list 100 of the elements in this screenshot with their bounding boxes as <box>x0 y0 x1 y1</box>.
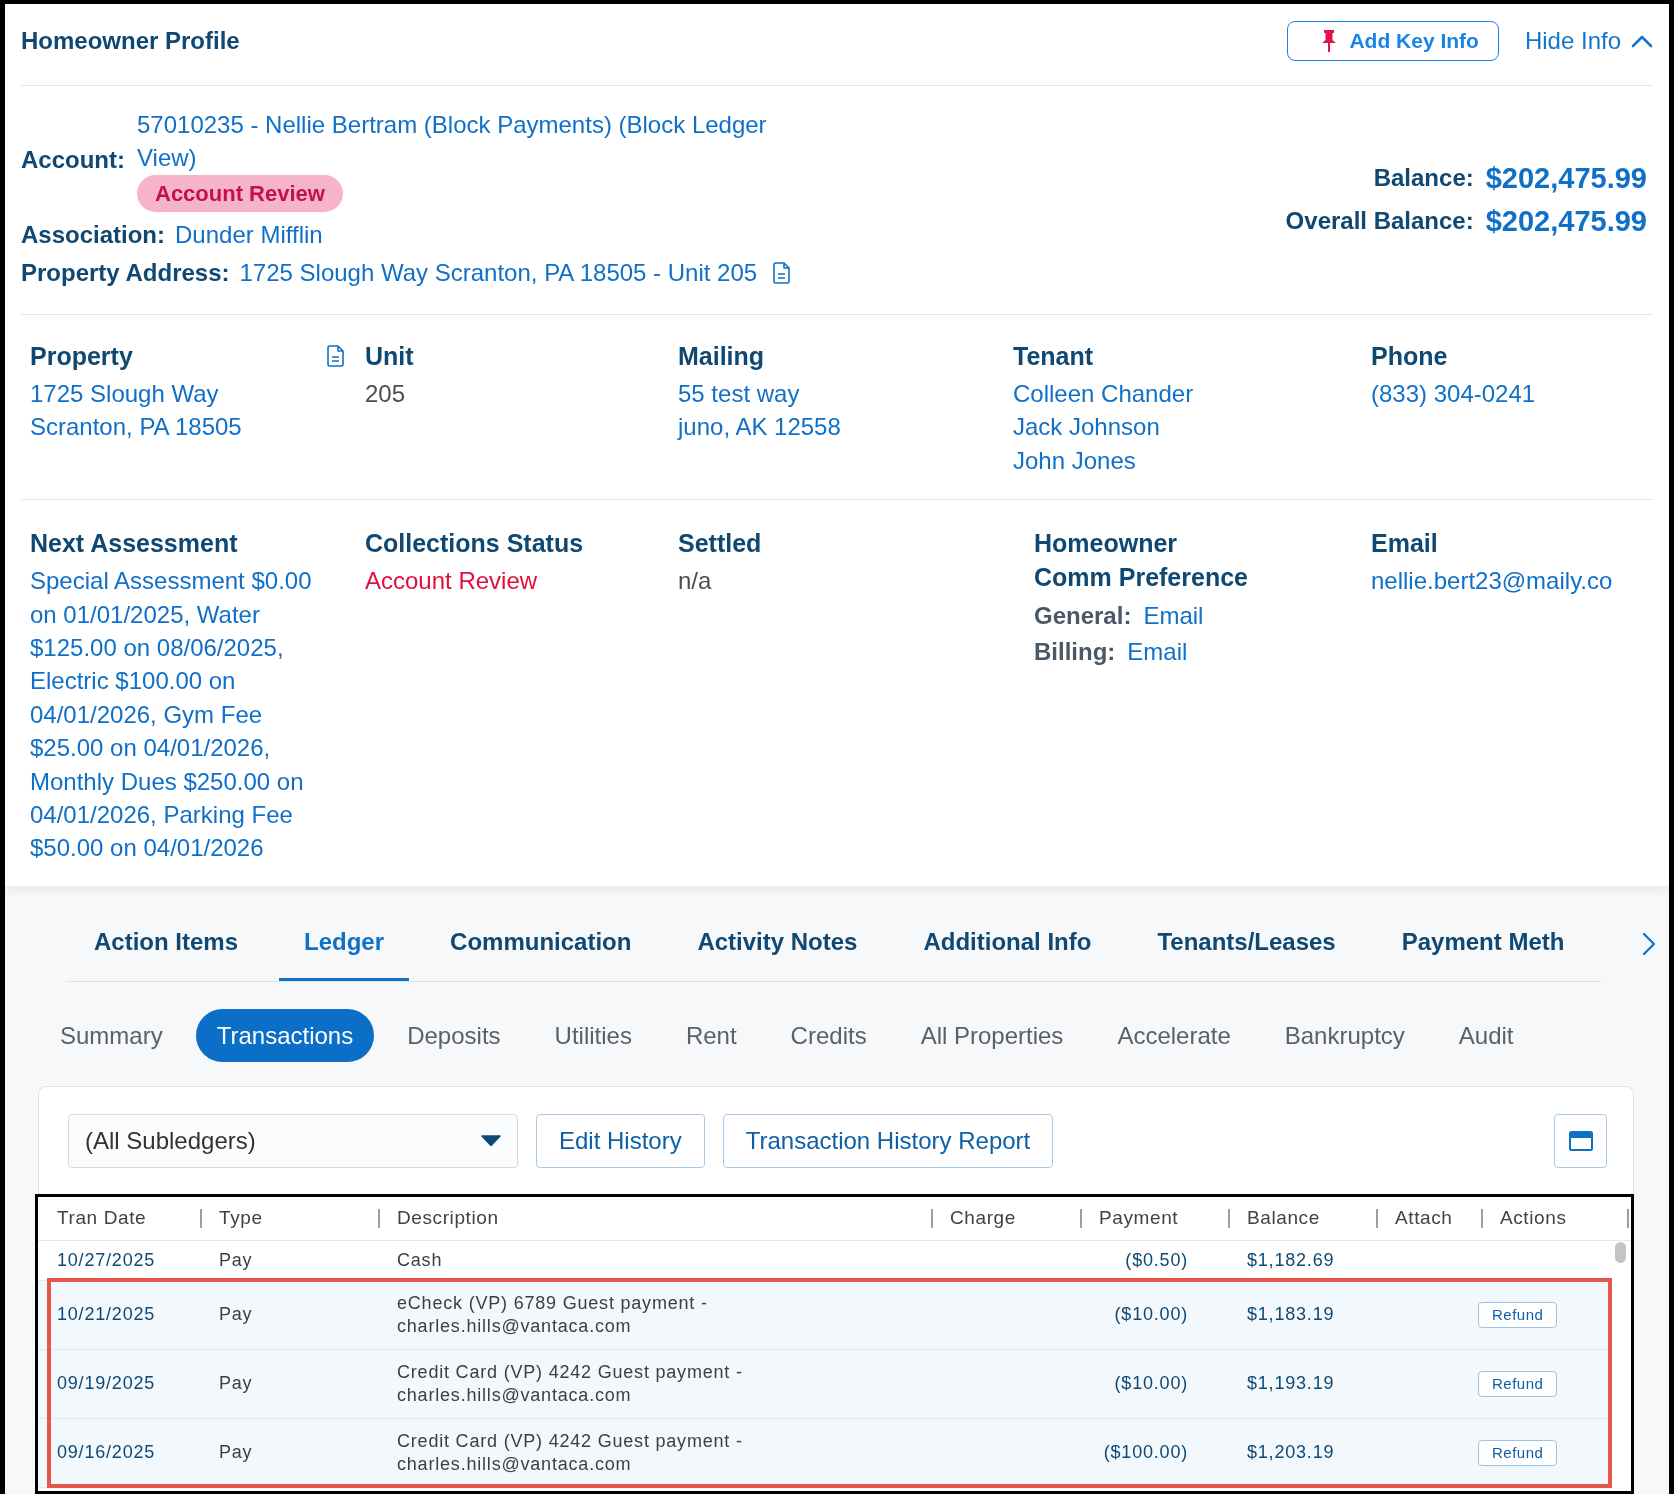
refund-button[interactable]: Refund <box>1478 1370 1558 1397</box>
column-header: Balance <box>1228 1196 1376 1240</box>
preference-link[interactable]: Email <box>1127 634 1188 671</box>
tab[interactable]: Activity Notes <box>672 906 883 981</box>
subtab[interactable]: Accelerate <box>1096 1008 1252 1062</box>
subtab[interactable]: Deposits <box>386 1008 522 1062</box>
subtab[interactable]: Summary <box>39 1008 184 1062</box>
caret-down-icon <box>481 1135 501 1147</box>
table-cell-text: Credit Card (VP) 4242 Guest payment - charles.hills@vantaca.com <box>396 1429 744 1476</box>
table-cell-text: ($10.00) <box>1113 1303 1189 1327</box>
field-link[interactable]: 55 test way <box>678 377 800 411</box>
subtab[interactable]: Credits <box>769 1008 888 1062</box>
table-cell-text: Cash <box>396 1248 444 1272</box>
tab[interactable]: Action Items <box>69 906 264 981</box>
toolbar-button[interactable]: Transaction History Report <box>722 1113 1054 1168</box>
table-cell-text: 09/16/2025 <box>56 1441 157 1465</box>
field-value: 205 <box>365 379 406 409</box>
column-header: Actions <box>1481 1196 1630 1240</box>
field-heading: Mailing <box>678 341 765 372</box>
field-link[interactable]: John Jones <box>1013 443 1136 478</box>
table-cell-text: $1,183.19 <box>1246 1303 1336 1327</box>
field-heading: Next Assessment <box>30 528 238 560</box>
table-cell-text: Pay <box>218 1441 254 1465</box>
field-heading: Phone <box>1371 341 1448 372</box>
toolbar-button[interactable]: Edit History <box>536 1113 705 1168</box>
table-cell-text: ($10.00) <box>1113 1372 1189 1396</box>
document-icon[interactable] <box>773 262 791 284</box>
refund-button[interactable]: Refund <box>1478 1301 1558 1328</box>
table-cell-text: 09/19/2025 <box>56 1372 157 1396</box>
field-heading: Homeowner Comm Preference <box>1034 528 1249 594</box>
balance-label: Balance: <box>1373 163 1474 193</box>
table-cell-text: Pay <box>218 1303 254 1327</box>
field-heading: Unit <box>365 341 414 372</box>
preference-link[interactable]: Email <box>1143 598 1204 635</box>
tab[interactable]: Communication <box>425 906 657 981</box>
association-link[interactable]: Dunder Mifflin <box>175 217 323 253</box>
table-cell-text: Pay <box>218 1248 254 1272</box>
address-link[interactable]: Scranton, PA 18505 <box>30 410 242 444</box>
column-header: Payment <box>1080 1196 1228 1240</box>
subtab[interactable]: Rent <box>664 1008 758 1062</box>
field-heading: Email <box>1371 528 1438 560</box>
hide-info-link[interactable]: Hide Info <box>1524 27 1653 55</box>
table-cell-text: eCheck (VP) 6789 Guest payment - charles.hills@vantaca.com <box>396 1291 709 1338</box>
table-cell-text: $1,193.19 <box>1246 1372 1336 1396</box>
balance-label: Overall Balance: <box>1285 206 1474 236</box>
subtab[interactable]: All Properties <box>899 1008 1085 1062</box>
field-heading: Settled <box>678 528 762 560</box>
table-cell-text: ($100.00) <box>1102 1441 1189 1465</box>
table-cell-text: 10/21/2025 <box>56 1303 157 1327</box>
chevron-up-icon <box>1631 34 1653 48</box>
preference-label: Billing: <box>1034 637 1116 668</box>
tab[interactable]: Ledger <box>279 906 410 981</box>
add-key-info-button[interactable]: Add Key Info <box>1287 21 1499 61</box>
column-header: Type <box>200 1196 378 1240</box>
field-link[interactable]: Special Assessment $0.00 on 01/01/2025, Water $125.00 on 08/06/2025, Electric $100.00 on 04/01/2026, Gym Fee $25.00 on 04/01/2026, Monthly Dues $250.00 on 04/01/2026, Parking Fee $50.00 on 04/01/2026 <box>30 564 330 865</box>
field-link[interactable]: nellie.bert23@maily.co <box>1371 564 1613 598</box>
account-link[interactable]: 57010235 - Nellie Bertram (Block Payments) (Block Ledger View) <box>137 108 802 174</box>
column-header: Description <box>378 1196 931 1240</box>
scrollbar-thumb[interactable] <box>1615 1241 1626 1263</box>
refund-button[interactable]: Refund <box>1478 1439 1558 1466</box>
association-label: Association: <box>21 220 166 250</box>
field-link[interactable]: juno, AK 12558 <box>678 410 841 444</box>
column-header: Attach <box>1376 1196 1481 1240</box>
subledger-dropdown[interactable]: (All Subledgers) <box>68 1113 518 1168</box>
table-cell-text: 10/27/2025 <box>56 1248 157 1272</box>
status-badge: Account Review <box>137 175 343 212</box>
table-cell-text: Pay <box>218 1372 254 1396</box>
field-link[interactable]: Colleen Chander <box>1013 377 1194 411</box>
table-cell-text: ($0.50) <box>1124 1248 1189 1272</box>
chevron-right-icon[interactable] <box>1642 932 1656 957</box>
balance-value: $202,475.99 <box>1485 204 1647 239</box>
field-heading: Collections Status <box>365 528 584 560</box>
subtab[interactable]: Audit <box>1437 1008 1535 1062</box>
table-cell-text: $1,182.69 <box>1246 1248 1336 1272</box>
window-icon <box>1568 1130 1593 1151</box>
tab[interactable]: Tenants/Leases <box>1132 906 1361 981</box>
field-link[interactable]: Jack Johnson <box>1013 410 1160 444</box>
table-cell-text: $1,203.19 <box>1246 1441 1336 1465</box>
field-heading: Property <box>30 341 133 372</box>
status-text: Account Review <box>365 566 538 597</box>
subtab[interactable]: Utilities <box>533 1008 653 1062</box>
page-title: Homeowner Profile <box>21 27 240 55</box>
address-link[interactable]: 1725 Slough Way <box>30 377 219 411</box>
property-address-label: Property Address: <box>21 258 230 288</box>
subtab[interactable]: Bankruptcy <box>1263 1008 1426 1062</box>
column-header: Charge <box>931 1196 1080 1240</box>
property-address-link[interactable]: 1725 Slough Way Scranton, PA 18505 - Unit 205 <box>239 255 758 291</box>
table-cell-text: Credit Card (VP) 4242 Guest payment - charles.hills@vantaca.com <box>396 1360 744 1407</box>
balance-value: $202,475.99 <box>1485 161 1647 196</box>
preference-label: General: <box>1034 601 1132 632</box>
tab[interactable]: Additional Info <box>898 906 1117 981</box>
document-icon[interactable] <box>327 345 344 367</box>
tab[interactable]: Payment Meth <box>1376 906 1590 981</box>
field-heading: Tenant <box>1013 341 1094 372</box>
subtab[interactable]: Transactions <box>195 1008 375 1062</box>
pushpin-icon <box>1321 30 1338 52</box>
field-value: n/a <box>678 566 712 597</box>
account-label: Account: <box>21 146 125 174</box>
field-link[interactable]: (833) 304-0241 <box>1371 377 1536 411</box>
layout-toggle-button[interactable] <box>1554 1113 1607 1168</box>
